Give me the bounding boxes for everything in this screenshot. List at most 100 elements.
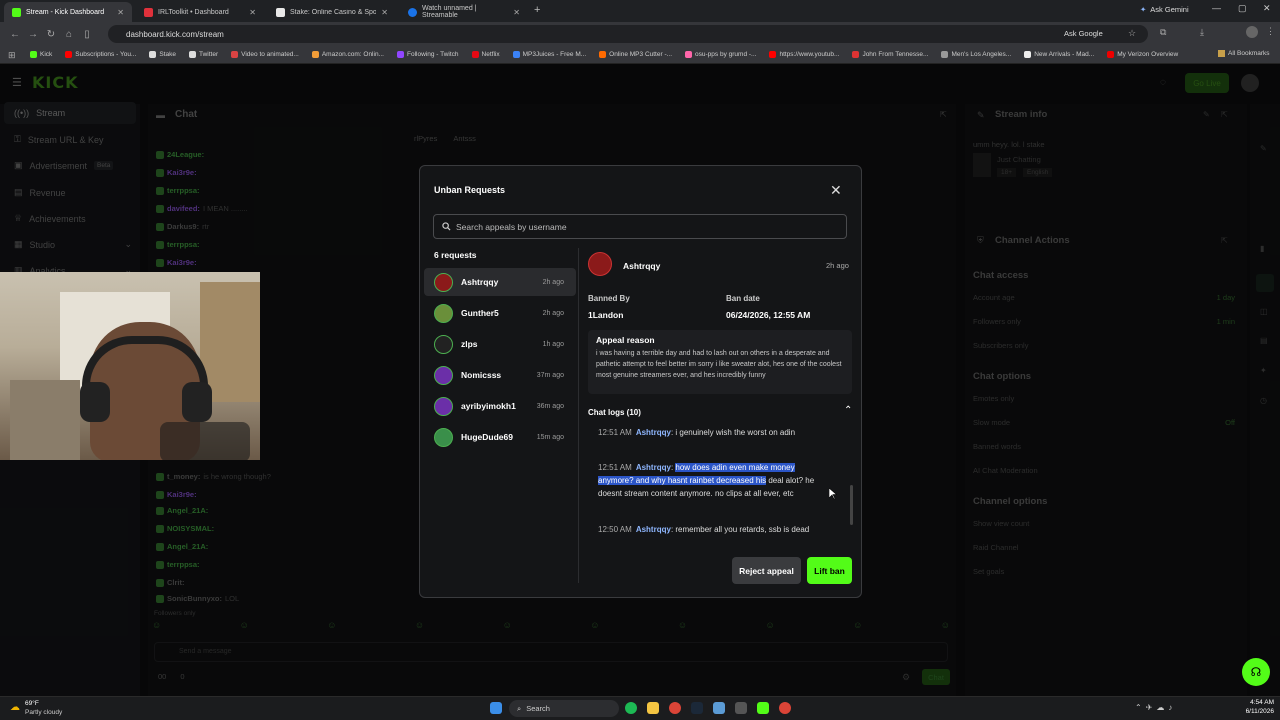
ask-gemini-button[interactable]: ✦ Ask Gemini — [1140, 5, 1189, 14]
unban-request-item[interactable]: Nomicsss 37m ago — [424, 361, 576, 389]
request-time: 2h ago — [542, 309, 564, 317]
bookmark-label: Online MP3 Cutter -... — [609, 51, 673, 58]
chat-logs-label: Chat logs (10) — [588, 408, 641, 417]
chrome-icon[interactable] — [669, 702, 681, 714]
tab-irltoolkit[interactable]: IRLToolkit • Dashboard ✕ — [136, 2, 264, 22]
requester-avatar — [434, 365, 453, 385]
apps-grid-icon[interactable]: ⊞ — [8, 50, 16, 61]
bookmark-item[interactable]: Video to animated... — [231, 51, 299, 58]
bookmark-item[interactable]: MP3Juices - Free M... — [512, 51, 587, 58]
cam-background-chair — [10, 380, 80, 460]
download-icon[interactable]: ⤓ — [1200, 27, 1204, 38]
close-tab-icon[interactable]: ✕ — [117, 8, 124, 17]
bookmark-favicon-icon — [1107, 51, 1115, 58]
close-window-icon[interactable]: ✕ — [1263, 3, 1271, 14]
chat-logs-scrollbar[interactable] — [850, 485, 853, 525]
lift-ban-button[interactable]: Lift ban — [807, 557, 852, 584]
reload-icon[interactable]: ↻ — [42, 29, 60, 40]
bookmark-item[interactable]: Online MP3 Cutter -... — [599, 51, 672, 58]
close-icon[interactable]: ✕ — [830, 182, 842, 199]
unban-requests-modal: Unban Requests ✕ Search appeals by usern… — [419, 165, 862, 598]
photos-icon[interactable] — [713, 702, 725, 714]
bookmark-item[interactable]: Subscriptions - You... — [65, 51, 136, 58]
bookmark-item[interactable]: New Arrivals - Mad... — [1024, 51, 1094, 58]
appeal-time: 2h ago — [826, 261, 849, 270]
bookmark-item[interactable]: Netflix — [471, 51, 500, 58]
ask-google-button[interactable]: Ask Google — [1064, 29, 1103, 38]
bookmark-label: https://www.youtub... — [779, 51, 840, 58]
obs-icon[interactable] — [735, 702, 747, 714]
log-user[interactable]: Ashtrqqy — [636, 463, 671, 472]
requester-avatar — [434, 427, 453, 447]
appeal-search-input[interactable]: Search appeals by username — [433, 214, 847, 239]
chrome-active-icon[interactable] — [779, 702, 791, 714]
close-tab-icon[interactable]: ✕ — [513, 8, 520, 17]
file-explorer-icon[interactable] — [647, 702, 659, 714]
bookmark-item[interactable]: Men's Los Angeles... — [941, 51, 1011, 58]
bookmarks-bar: ⊞ Kick Subscriptions - You... Stake Twitter… — [0, 46, 1280, 64]
irltoolkit-favicon-icon — [144, 7, 153, 17]
log-user[interactable]: Ashtrqqy — [636, 428, 671, 437]
steam-icon[interactable] — [691, 702, 703, 714]
close-tab-icon[interactable]: ✕ — [381, 8, 388, 17]
bookmark-label: MP3Juices - Free M... — [522, 51, 587, 58]
bookmark-favicon-icon — [65, 51, 73, 58]
reject-appeal-button[interactable]: Reject appeal — [732, 557, 801, 584]
unban-request-item[interactable]: Ashtrqqy 2h ago — [424, 268, 576, 296]
forward-icon[interactable]: → — [24, 29, 42, 40]
request-time: 36m ago — [536, 402, 564, 410]
ban-date-label: Ban date — [726, 294, 760, 303]
bookmark-item[interactable]: osu-pps by grumd -... — [685, 51, 756, 58]
windows-start-icon[interactable] — [490, 702, 502, 714]
bookmark-favicon-icon — [685, 51, 693, 58]
bookmark-item[interactable]: My Verizon Overview — [1107, 51, 1178, 58]
menu-dots-icon[interactable]: ⋮ — [1266, 26, 1275, 37]
all-bookmarks-button[interactable]: All Bookmarks — [1218, 50, 1270, 57]
help-chat-icon[interactable]: ☊ — [1242, 658, 1270, 686]
system-tray-icons[interactable]: ⌃✈☁♪ — [1135, 703, 1176, 712]
kick-app-icon[interactable] — [757, 702, 769, 714]
bookmark-label: Video to animated... — [241, 51, 299, 58]
spotify-icon[interactable] — [625, 702, 637, 714]
clock-time[interactable]: 4:54 AM — [1242, 699, 1274, 706]
taskbar-search[interactable]: ⌕ Search — [509, 700, 619, 717]
appeal-reason-text: i was having a terrible day and had to l… — [596, 350, 842, 379]
bookmark-item[interactable]: John From Tennesse... — [852, 51, 928, 58]
tab-streamable[interactable]: Watch unnamed | Streamable ✕ — [400, 2, 528, 22]
chat-log-entry: 12:50 AM Ashtrqqy: remember all you retar… — [598, 525, 810, 534]
url-text: dashboard.kick.com/stream — [126, 29, 224, 39]
bookmark-label: Twitter — [198, 51, 219, 58]
unban-request-item[interactable]: Gunther5 2h ago — [424, 299, 576, 327]
bookmark-item[interactable]: Kick — [30, 51, 52, 58]
chevron-up-icon[interactable]: ⌃ — [844, 405, 852, 416]
unban-request-item[interactable]: ayribyimokh1 36m ago — [424, 392, 576, 420]
bookmark-star-icon[interactable]: ☆ — [1128, 28, 1136, 39]
requester-avatar — [434, 396, 453, 416]
bookmark-item[interactable]: https://www.youtub... — [769, 51, 839, 58]
unban-request-item[interactable]: HugeDude69 15m ago — [424, 423, 576, 451]
banned-by-label: Banned By — [588, 294, 630, 303]
request-time: 2h ago — [542, 278, 564, 286]
unban-request-item[interactable]: zlps 1h ago — [424, 330, 576, 358]
back-icon[interactable]: ← — [6, 29, 24, 40]
bookmark-label: Stake — [159, 51, 176, 58]
requests-count: 6 requests — [434, 250, 477, 260]
minimize-icon[interactable]: — — [1212, 3, 1221, 13]
tab-stake[interactable]: Stake: Online Casino & Sports ✕ — [268, 2, 396, 22]
bookmark-item[interactable]: Amazon.com: Onlin... — [311, 51, 384, 58]
url-field[interactable]: dashboard.kick.com/stream Ask Google ☆ — [108, 25, 1148, 43]
bookmark-item[interactable]: Twitter — [188, 51, 219, 58]
tab-kick-dashboard[interactable]: Stream - Kick Dashboard ✕ — [4, 2, 132, 22]
close-tab-icon[interactable]: ✕ — [249, 8, 256, 17]
bookmark-item[interactable]: Following - Twitch — [396, 51, 459, 58]
extensions-icon[interactable]: ⧉ — [1160, 27, 1166, 38]
log-user[interactable]: Ashtrqqy — [636, 525, 671, 534]
home-icon[interactable]: ⌂ — [60, 29, 78, 40]
tab-title: Stake: Online Casino & Sports — [290, 8, 377, 16]
clock-date[interactable]: 6/11/2026 — [1238, 708, 1274, 715]
bookmark-item[interactable]: Stake — [149, 51, 176, 58]
profile-avatar[interactable] — [1246, 26, 1258, 38]
maximize-icon[interactable]: ▢ — [1238, 3, 1247, 14]
new-tab-icon[interactable]: + — [534, 4, 540, 16]
sidebar-toggle-icon[interactable]: ▯ — [78, 29, 96, 40]
